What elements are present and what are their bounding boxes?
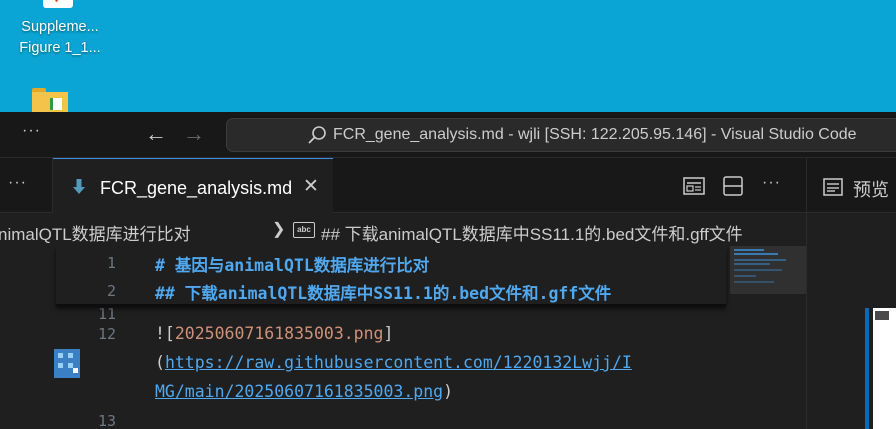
image-syntax-close: ]: [383, 324, 394, 343]
go-back-button[interactable]: ←: [145, 121, 167, 147]
image-alt-text: 20250607161835003.png: [174, 324, 384, 343]
line-number: 2: [106, 282, 116, 300]
preview-icon: [823, 178, 843, 196]
markdown-preview-pane[interactable]: [807, 246, 896, 429]
desktop-file-label-line1: Suppleme...: [21, 19, 99, 35]
chevron-right-icon: ❯: [272, 221, 286, 238]
editor-actions-more-button[interactable]: ···: [762, 174, 781, 192]
heading-marker: ##: [155, 284, 175, 303]
vscode-titlebar: ··· ← → FCR_gene_analysis.md - wjli [SSH…: [0, 112, 896, 158]
image-url-link[interactable]: https://raw.githubusercontent.com/122013…: [165, 353, 632, 372]
code-line-12-wrap2: MG/main/20250607161835003.png): [155, 382, 453, 401]
tab-fcr-gene-analysis[interactable]: FCR_gene_analysis.md ✕: [53, 158, 333, 214]
line-number: 13: [97, 412, 116, 429]
pdf-file-icon: [43, 0, 73, 8]
desktop-file-label: Suppleme... Figure 1_1...: [8, 17, 112, 59]
editor-tab-bar: ··· FCR_gene_analysis.md ✕ ··· 预览: [0, 158, 896, 214]
sticky-scroll-header[interactable]: 1 # 基因与animalQTL数据库进行比对 2 ## 下载animalQTL…: [56, 246, 726, 306]
sticky-line-2[interactable]: ## 下载animalQTL数据库中SS11.1的.bed文件和.gff文件: [155, 280, 611, 304]
desktop-file-label-line2: Figure 1_1...: [19, 40, 101, 56]
breadcrumb-item-heading1[interactable]: nimalQTL数据库进行比对: [0, 220, 191, 245]
image-url-link-continued[interactable]: MG/main/20250607161835003.png: [155, 382, 443, 401]
folder-icon[interactable]: [32, 88, 68, 112]
go-forward-button[interactable]: →: [183, 121, 205, 147]
link-paren-close: ): [443, 382, 454, 401]
heading-text: 基因与animalQTL数据库进行比对: [164, 256, 430, 275]
sticky-line-1[interactable]: # 基因与animalQTL数据库进行比对: [155, 252, 429, 276]
link-paren-open: (: [155, 353, 165, 372]
desktop-background: Suppleme... Figure 1_1...: [0, 0, 896, 112]
code-line-12-wrap1: (https://raw.githubusercontent.com/12201…: [155, 353, 632, 372]
symbol-string-icon: abc: [293, 222, 315, 238]
minimap[interactable]: [730, 246, 806, 429]
open-preview-icon[interactable]: [683, 177, 705, 195]
heading-text: 下载animalQTL数据库中SS11.1的.bed文件和.gff文件: [174, 284, 612, 303]
image-syntax-open: ![: [155, 324, 175, 343]
breadcrumb-item-heading2[interactable]: ## 下载animalQTL数据库中SS11.1的.bed文件和.gff文件: [321, 220, 743, 245]
code-line-12: ![20250607161835003.png]: [155, 324, 393, 343]
search-icon: [308, 126, 326, 144]
sidebar-more-button[interactable]: ···: [8, 174, 27, 192]
code-editor[interactable]: 11 12 ![20250607161835003.png] (https://…: [0, 246, 806, 429]
command-center[interactable]: FCR_gene_analysis.md - wjli [SSH: 122.20…: [226, 118, 896, 152]
app-menu-more-button[interactable]: ···: [22, 122, 41, 140]
split-editor-icon[interactable]: [723, 176, 743, 196]
preview-content: [873, 308, 896, 429]
line-number: 11: [97, 305, 116, 323]
breadcrumb: nimalQTL数据库进行比对 ❯ abc ## 下载animalQTL数据库中…: [0, 214, 806, 246]
image-thumbnail-icon: [54, 349, 80, 378]
line-number: 12: [97, 325, 116, 343]
preview-tab-label: 预览: [853, 180, 889, 200]
heading-marker: #: [155, 256, 165, 275]
preview-scroll-indicator: [865, 308, 869, 429]
markdown-file-icon: [73, 179, 85, 194]
tab-label: FCR_gene_analysis.md: [100, 178, 293, 198]
line-number: 1: [106, 254, 116, 272]
command-center-title: FCR_gene_analysis.md - wjli [SSH: 122.20…: [333, 126, 857, 143]
close-icon[interactable]: ✕: [303, 175, 319, 198]
